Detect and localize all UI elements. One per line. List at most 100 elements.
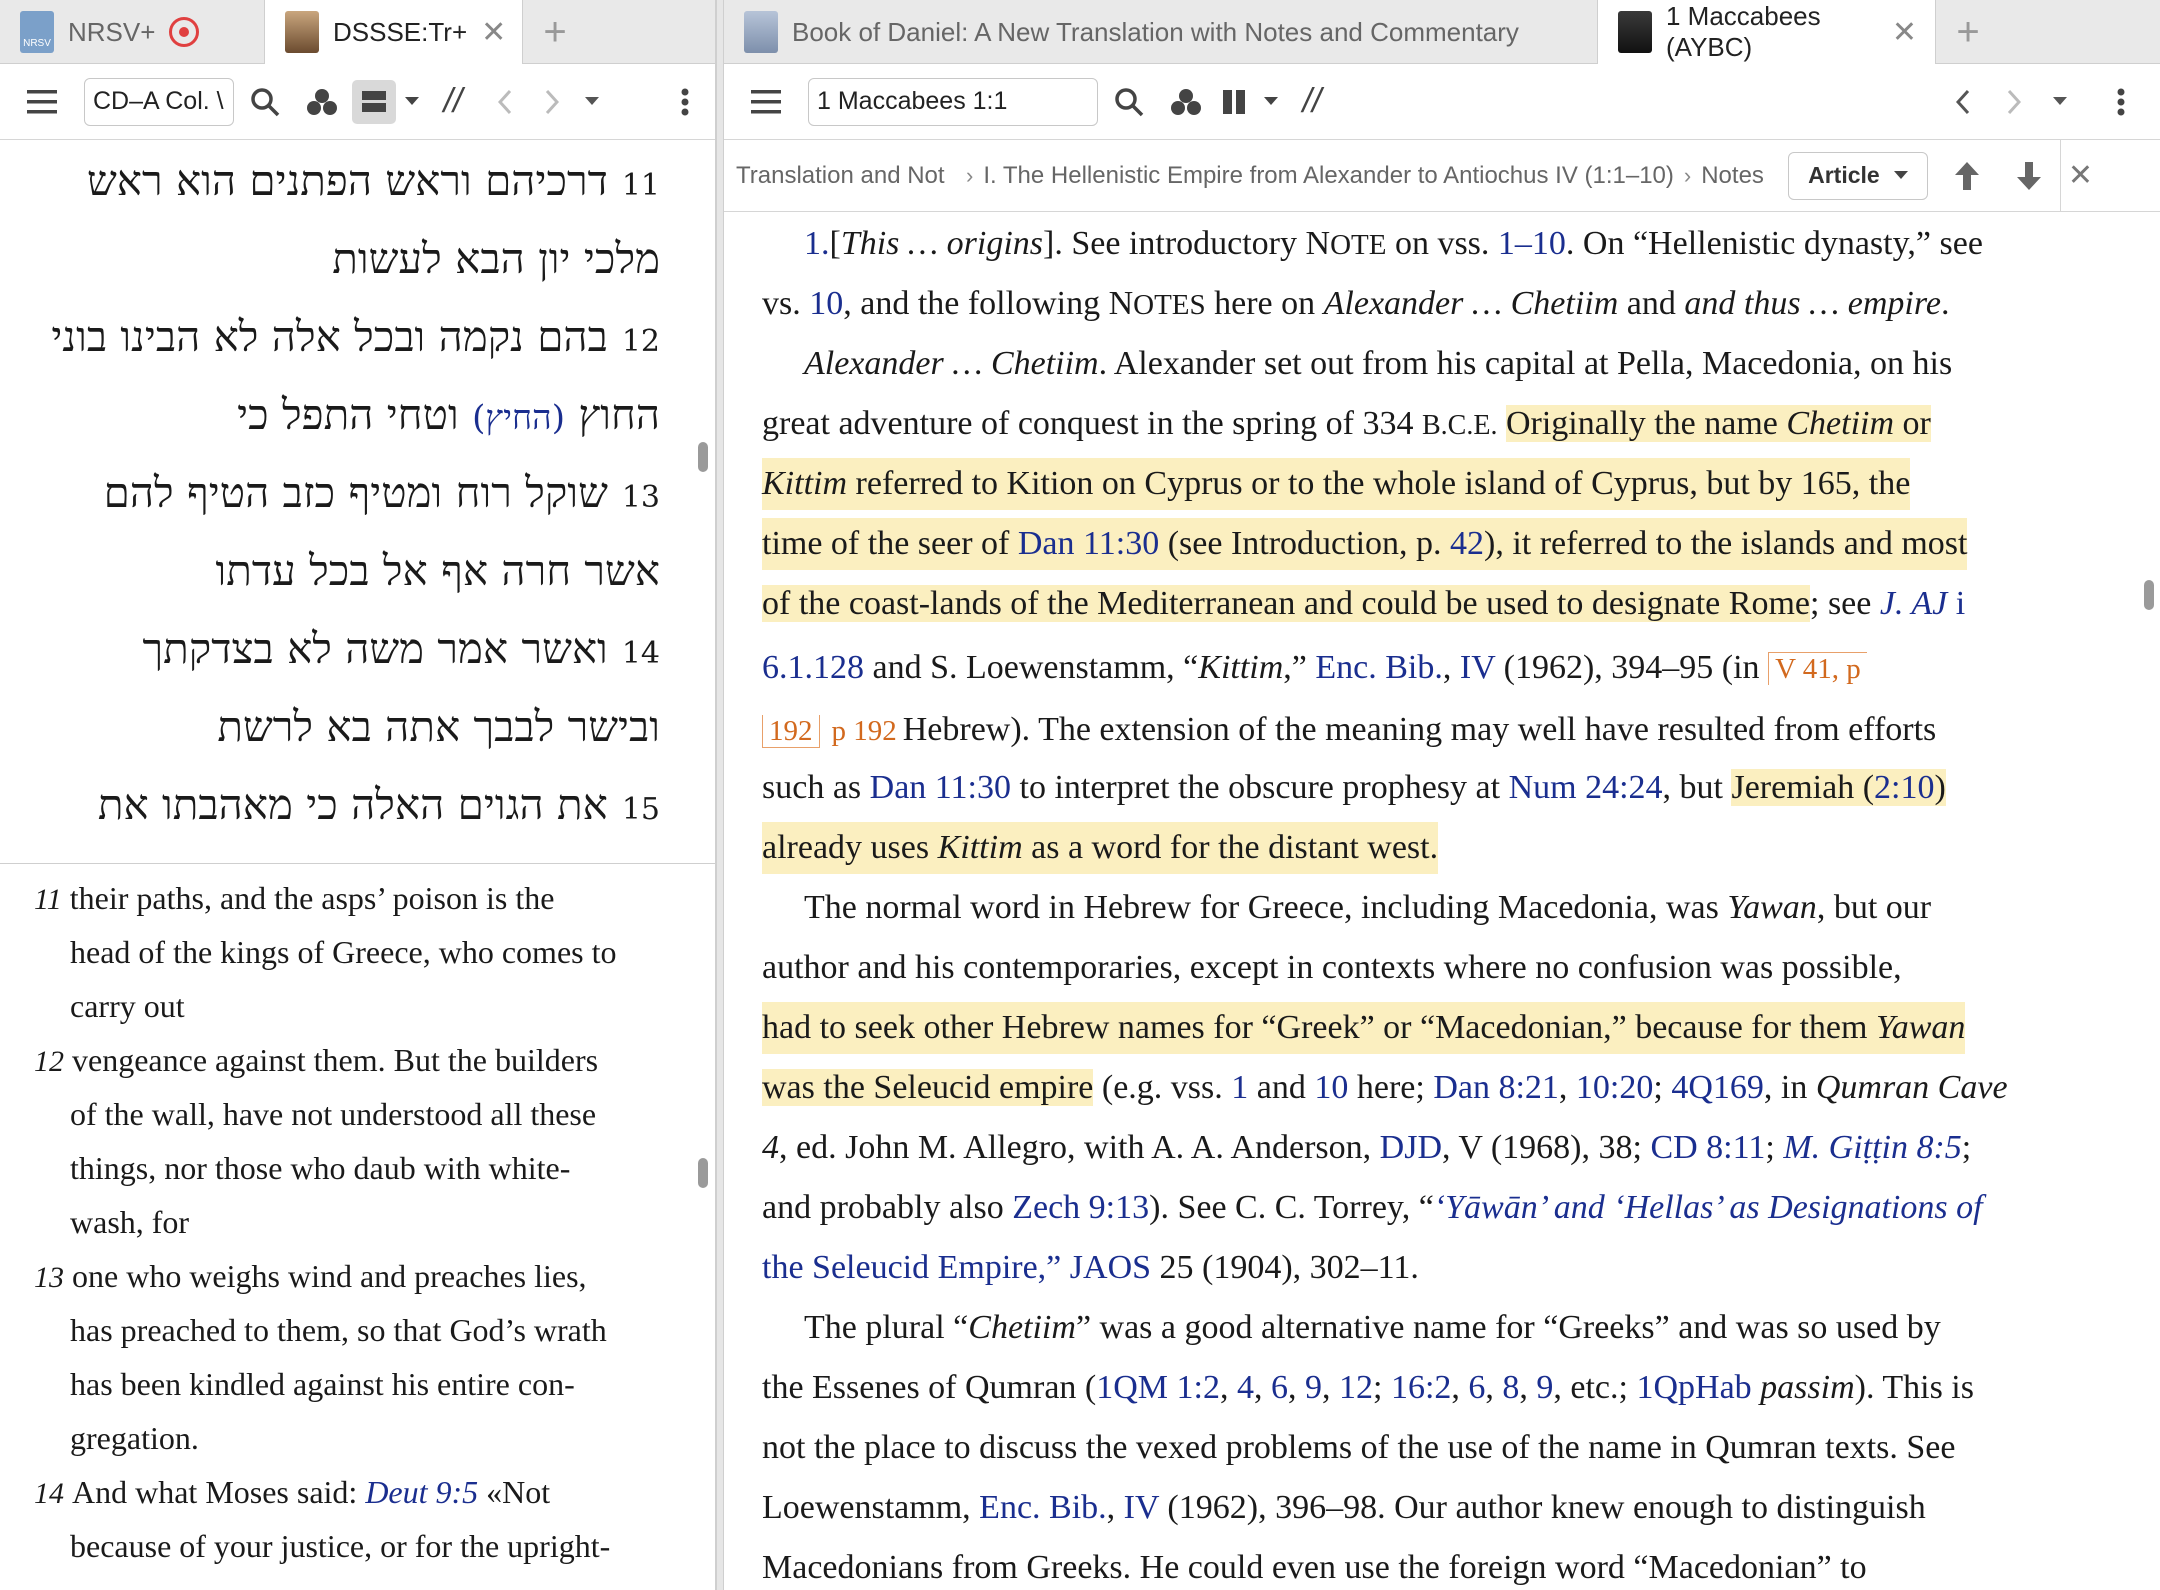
reference-link[interactable]: Enc. Bib. [979, 1489, 1106, 1526]
search-icon[interactable] [1098, 64, 1160, 140]
close-icon[interactable]: ✕ [2059, 139, 2100, 212]
hebrew-variant[interactable]: (החיץ) [472, 398, 565, 438]
more-options-icon[interactable] [655, 64, 715, 140]
layout-dropdown-icon[interactable] [1256, 64, 1286, 140]
reference-link[interactable]: Enc. Bib. [1315, 649, 1442, 686]
reference-link[interactable]: CD 8:11 [1650, 1129, 1765, 1166]
nrsv-thumb-label: NRSV [23, 37, 51, 49]
reference-link[interactable]: 6.1.128 [762, 649, 864, 686]
menu-icon[interactable] [0, 64, 84, 140]
reference-link[interactable]: 4Q169 [1671, 1069, 1764, 1106]
verse-link[interactable]: 10 [1314, 1069, 1348, 1106]
reference-link[interactable]: 1QpHab [1636, 1369, 1751, 1406]
reference-link[interactable]: 6 [1468, 1369, 1485, 1406]
scripture-link[interactable]: Num 24:24 [1509, 769, 1663, 806]
commentary-line: was the Seleucid empire (e.g. vss. 1 and… [762, 1062, 2008, 1114]
page-link[interactable]: 42 [1450, 525, 1484, 562]
reference-input[interactable]: 1 Maccabees 1:1 [808, 77, 1098, 126]
verse-link[interactable]: 1 [1231, 1069, 1248, 1106]
scripture-link[interactable]: Dan 8:21 [1433, 1069, 1559, 1106]
verse-link[interactable]: 1–10 [1498, 225, 1566, 262]
columns-icon[interactable] [1212, 64, 1256, 140]
highlighted-text: already uses [762, 829, 938, 866]
reference-link[interactable]: 6 [1271, 1369, 1288, 1406]
page-marker[interactable]: V 41, p [1768, 652, 1867, 685]
breadcrumb-item[interactable]: Notes [1701, 162, 1764, 190]
text: ; [1653, 1069, 1672, 1106]
parallel-icon[interactable]: // [428, 64, 478, 140]
commentary-scrollbar[interactable] [2144, 580, 2154, 610]
tab-nrsv[interactable]: NRSV NRSV+ [0, 0, 265, 64]
target-icon[interactable] [169, 17, 200, 47]
verse-link[interactable]: 10 [809, 285, 843, 322]
hebrew-text: ואשר אמר משה לא בצדקתך [142, 624, 608, 673]
commentary-line: and probably also Zech 9:13). See C. C. … [762, 1182, 1983, 1234]
hebrew-line: 13 שוקל רוח ומטיף כזב הטיף להם [104, 468, 660, 518]
history-dropdown-icon[interactable] [2038, 64, 2082, 140]
reference-link[interactable]: 9 [1536, 1369, 1553, 1406]
tab-dssse[interactable]: DSSSE:Tr+ ✕ [265, 0, 523, 64]
reference-link[interactable]: 8 [1502, 1369, 1519, 1406]
reference-link[interactable]: the Seleucid Empire,” [762, 1249, 1061, 1286]
tab-book-of-daniel[interactable]: Book of Daniel: A New Translation with N… [724, 0, 1598, 64]
text: the Essenes of Qumran ( [762, 1369, 1097, 1406]
page-marker[interactable]: p 192 [826, 715, 903, 747]
scripture-link[interactable]: 10:20 [1576, 1069, 1653, 1106]
parallel-icon[interactable]: // [1286, 64, 1338, 140]
hebrew-scrollbar[interactable] [698, 442, 708, 472]
reference-link[interactable]: DJD [1380, 1129, 1442, 1166]
breadcrumb-item[interactable]: I. The Hellenistic Empire from Alexander… [983, 162, 1674, 190]
arrow-up-icon[interactable] [1936, 140, 1998, 212]
scripture-link[interactable]: Deut 9:5 [365, 1474, 478, 1510]
menu-icon[interactable] [724, 64, 808, 140]
forward-arrow-icon[interactable] [532, 64, 572, 140]
close-icon[interactable]: ✕ [481, 15, 506, 50]
tab-1-maccabees[interactable]: 1 Maccabees (AYBC) ✕ [1598, 0, 1936, 64]
translation-scrollbar[interactable] [698, 1158, 708, 1188]
commentary-line: The plural “Chetiim” was a good alternat… [804, 1302, 1941, 1354]
reference-link[interactable]: JAOS [1070, 1249, 1151, 1286]
reference-link[interactable]: IV [1124, 1489, 1159, 1526]
scripture-link[interactable]: Dan 11:30 [1018, 525, 1159, 562]
visual-filters-icon[interactable] [296, 64, 348, 140]
translation-line: because of your justice, or for the upri… [70, 1528, 610, 1565]
translation-line: head of the kings of Greece, who comes t… [70, 934, 616, 971]
reference-link[interactable]: 12 [1339, 1369, 1373, 1406]
panel-splitter[interactable] [716, 0, 724, 1590]
history-dropdown-icon[interactable] [572, 64, 612, 140]
reference-link[interactable]: M. Giṭṭin 8:5 [1783, 1129, 1961, 1166]
reference-link[interactable]: ‘Yāwān’ and ‘Hellas’ as Designations of [1434, 1189, 1983, 1226]
right-panel: Book of Daniel: A New Translation with N… [724, 0, 2160, 1590]
reference-link[interactable]: 4 [1237, 1369, 1254, 1406]
forward-arrow-icon[interactable] [1990, 64, 2038, 140]
more-options-icon[interactable] [2082, 64, 2160, 140]
scripture-link[interactable]: Dan 11:30 [870, 769, 1011, 806]
add-tab-icon[interactable]: + [1936, 0, 2000, 64]
reference-link[interactable]: 16:2 [1391, 1369, 1451, 1406]
page-marker[interactable]: 192 [762, 715, 820, 748]
layout-icon[interactable] [352, 79, 396, 124]
note-number[interactable]: 1. [804, 218, 830, 271]
reference-link[interactable]: i [1947, 585, 1965, 622]
chevron-down-icon [1893, 171, 1908, 179]
article-button[interactable]: Article [1787, 151, 1928, 200]
reference-link[interactable]: IV [1460, 649, 1495, 686]
arrow-down-icon[interactable] [1998, 140, 2060, 212]
breadcrumb-item[interactable]: Translation and Not [736, 162, 956, 190]
search-icon[interactable] [234, 64, 296, 140]
text: OTES [1133, 289, 1206, 321]
add-tab-icon[interactable]: + [523, 0, 587, 64]
back-arrow-icon[interactable] [1936, 64, 1990, 140]
back-arrow-icon[interactable] [478, 64, 532, 140]
visual-filters-icon[interactable] [1160, 64, 1212, 140]
scripture-link[interactable]: 2:10 [1874, 769, 1934, 806]
close-icon[interactable]: ✕ [1892, 15, 1917, 50]
reference-link[interactable]: J. AJ [1880, 585, 1947, 622]
reference-link[interactable]: 1QM 1:2 [1096, 1369, 1220, 1406]
breadcrumb-separator-icon: › [966, 162, 974, 188]
scripture-link[interactable]: Zech 9:13 [1012, 1189, 1149, 1226]
layout-dropdown-icon[interactable] [396, 64, 428, 140]
reference-input[interactable]: CD–A Col. \ [84, 77, 234, 126]
text: OTE [1330, 229, 1387, 261]
reference-link[interactable]: 9 [1305, 1369, 1322, 1406]
